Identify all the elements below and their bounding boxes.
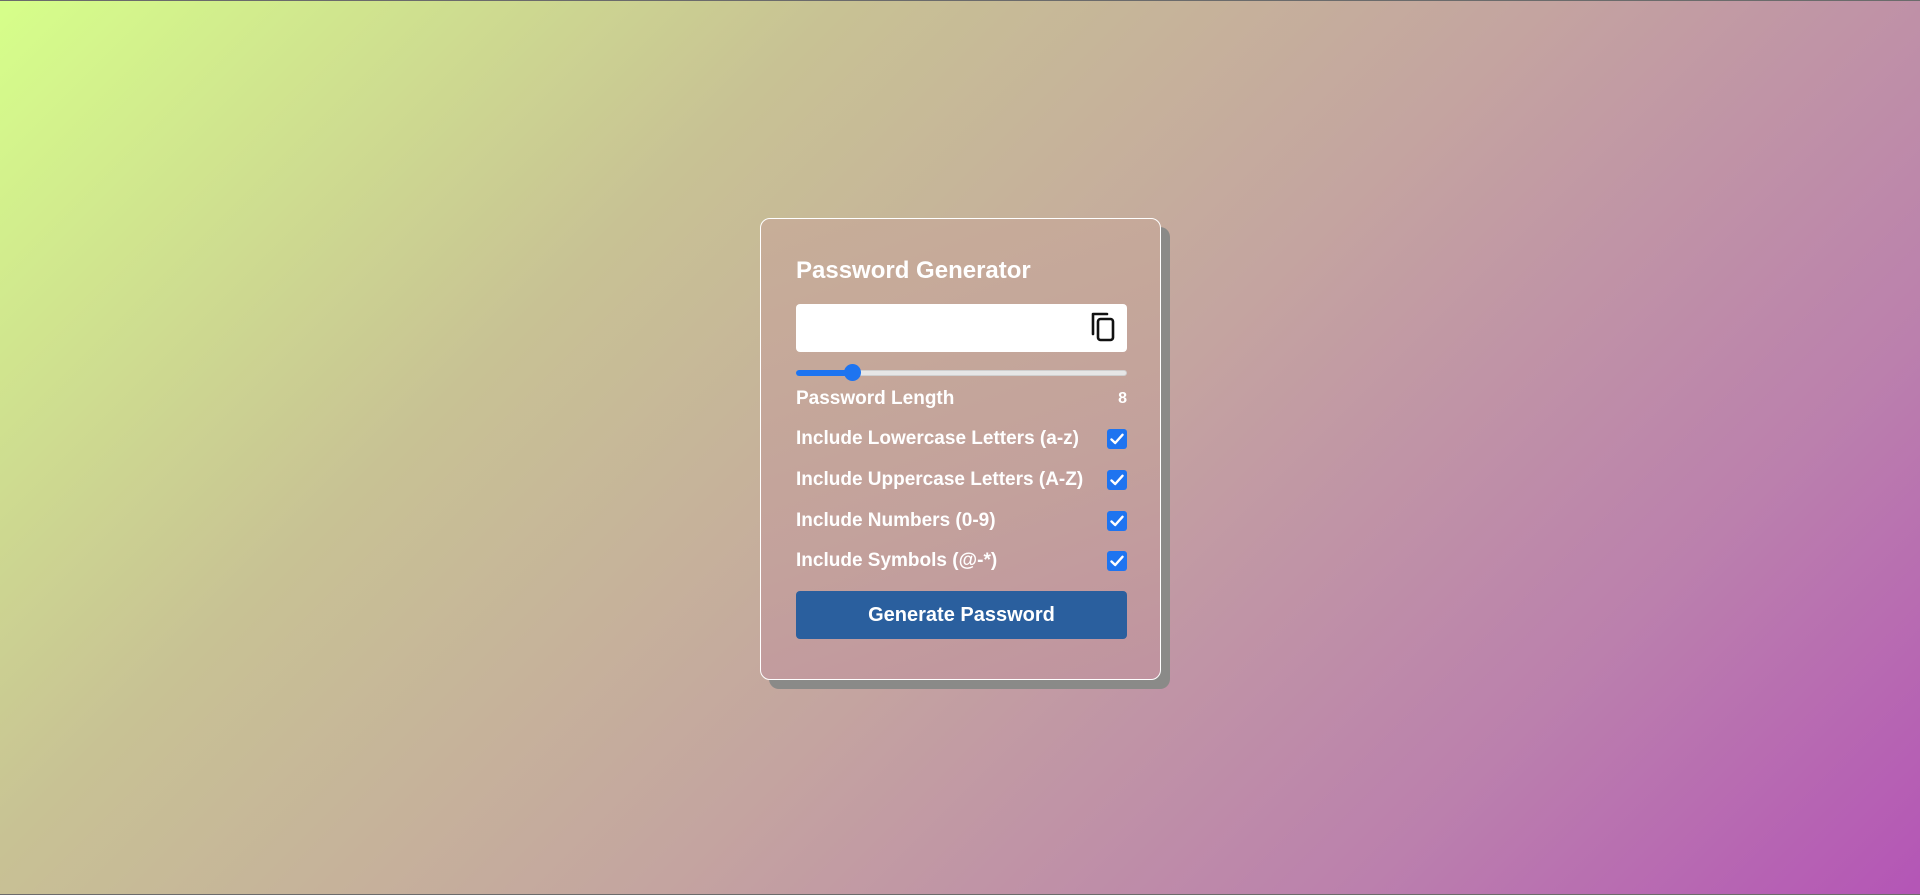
option-symbols-label: Include Symbols (@-*): [796, 550, 998, 571]
length-label: Password Length: [796, 388, 955, 409]
option-numbers: Include Numbers (0-9): [796, 508, 1127, 534]
option-uppercase-label: Include Uppercase Letters (A-Z): [796, 469, 1084, 490]
option-symbols: Include Symbols (@-*): [796, 548, 1127, 574]
option-uppercase: Include Uppercase Letters (A-Z): [796, 467, 1127, 493]
option-lowercase: Include Lowercase Letters (a-z): [796, 426, 1127, 452]
uppercase-checkbox[interactable]: [1107, 470, 1127, 490]
option-numbers-label: Include Numbers (0-9): [796, 510, 996, 531]
length-value: 8: [1118, 390, 1127, 407]
lowercase-checkbox[interactable]: [1107, 429, 1127, 449]
password-generator-card: Password Generator Password Length 8 Inc…: [760, 218, 1161, 680]
length-row: Password Length 8: [796, 386, 1127, 412]
generate-password-button[interactable]: Generate Password: [796, 591, 1127, 639]
copy-icon[interactable]: [1089, 312, 1119, 344]
password-output-box: [796, 304, 1127, 352]
length-slider[interactable]: [796, 364, 1127, 382]
option-lowercase-label: Include Lowercase Letters (a-z): [796, 428, 1079, 449]
page-title: Password Generator: [796, 257, 1031, 284]
slider-thumb[interactable]: [844, 364, 862, 381]
numbers-checkbox[interactable]: [1107, 511, 1127, 531]
password-output-field[interactable]: [796, 304, 1076, 352]
symbols-checkbox[interactable]: [1107, 551, 1127, 571]
